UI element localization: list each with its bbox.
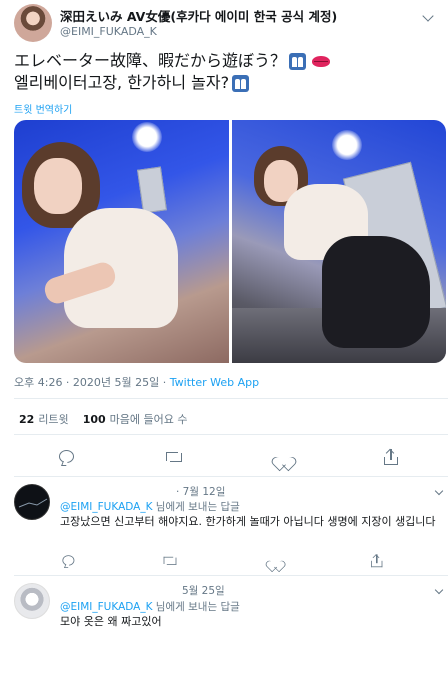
reply-avatar[interactable] — [14, 583, 50, 619]
retweets-count: 22 — [19, 413, 35, 426]
tweet-time[interactable]: 오후 4:26 · 2020년 5월 25일 · — [14, 376, 170, 389]
divider — [14, 398, 448, 399]
tweet-text-korean: 엘리베이터고장, 한가하니 놀자? — [14, 73, 230, 92]
replying-suffix: 님에게 보내는 답글 — [152, 601, 240, 613]
elevator-icon — [289, 52, 307, 70]
likes-count: 100 — [82, 413, 106, 426]
chevron-down-icon[interactable] — [434, 486, 444, 496]
chevron-down-icon[interactable] — [434, 585, 444, 595]
tweet-action-bar — [14, 446, 448, 468]
heart-icon — [269, 556, 280, 566]
share-icon — [371, 554, 383, 568]
heart-icon — [276, 451, 290, 464]
retweet-icon — [163, 555, 177, 565]
tweet-header: 深田えいみ AV女優(후카다 에이미 한국 공식 계정) @EIMI_FUKAD… — [14, 4, 434, 44]
reply-icon — [62, 555, 75, 566]
author-display-name[interactable]: 深田えいみ AV女優(후카다 에이미 한국 공식 계정) — [60, 6, 337, 25]
reply-button[interactable] — [56, 446, 78, 468]
reply-mention[interactable]: @EIMI_FUKADA_K — [60, 501, 152, 513]
figure-skirt — [321, 236, 430, 348]
ceiling-light — [331, 130, 362, 160]
lips-icon — [312, 55, 331, 67]
ceiling-light — [132, 122, 162, 152]
divider — [14, 575, 448, 576]
reply-text: 고장났으면 신고부터 해야지요. 한가하게 놀때가 아닙니다 생명에 지장이 생… — [60, 515, 436, 528]
retweet-button[interactable] — [164, 446, 186, 468]
chevron-down-icon[interactable] — [422, 10, 434, 22]
likes-stat[interactable]: 100 마음에 들어요 수 — [83, 411, 188, 427]
reply-icon — [59, 450, 74, 463]
tweet-source[interactable]: Twitter Web App — [170, 376, 259, 389]
share-icon — [384, 448, 398, 465]
elevator-icon — [232, 74, 250, 92]
divider — [14, 476, 448, 477]
share-button[interactable] — [380, 446, 402, 468]
reply-avatar[interactable] — [14, 484, 50, 520]
retweet-button[interactable] — [162, 552, 177, 565]
tweet-timestamp: 오후 4:26 · 2020년 5월 25일 · Twitter Web App — [14, 374, 259, 390]
replying-to: @EIMI_FUKADA_K 님에게 보내는 답글 — [60, 599, 240, 614]
reply-text: 모야 옷은 왜 짜고있어 — [60, 615, 162, 628]
reply-item[interactable]: · 7월 12일 @EIMI_FUKADA_K 님에게 보내는 답글 고장났으면… — [14, 484, 448, 572]
divider — [14, 434, 448, 435]
reply-date[interactable]: · 7월 12일 — [176, 484, 225, 499]
tweet-text: エレベーター故障、暇だから遊ぼう？ 엘리베이터고장, 한가하니 놀자? — [14, 50, 438, 94]
retweets-label: 리트윗 — [38, 413, 69, 426]
reply-action-bar — [60, 552, 400, 568]
tweet-text-line-2: 엘리베이터고장, 한가하니 놀자? — [14, 72, 438, 94]
reply-item[interactable]: 5월 25일 @EIMI_FUKADA_K 님에게 보내는 답글 모야 옷은 왜… — [14, 583, 448, 653]
author-handle[interactable]: @EIMI_FUKADA_K — [60, 25, 157, 38]
translate-tweet-link[interactable]: 트윗 번역하기 — [14, 101, 72, 116]
tweet-text-line-1: エレベーター故障、暇だから遊ぼう？ — [14, 50, 438, 72]
author-avatar[interactable] — [14, 4, 52, 42]
tweet-stats: 22 리트윗 100 마음에 들어요 수 — [19, 411, 188, 427]
share-button[interactable] — [368, 552, 383, 568]
retweets-stat[interactable]: 22 리트윗 — [19, 411, 69, 427]
tweet-media — [14, 120, 446, 363]
replying-suffix: 님에게 보내는 답글 — [152, 501, 240, 513]
reply-button[interactable] — [60, 552, 75, 566]
photo-left[interactable] — [14, 120, 229, 363]
likes-label: 마음에 들어요 수 — [109, 413, 188, 426]
like-button[interactable] — [272, 446, 294, 468]
elevator-panel — [137, 166, 167, 214]
replying-to: @EIMI_FUKADA_K 님에게 보내는 답글 — [60, 499, 240, 514]
reply-date[interactable]: 5월 25일 — [182, 583, 225, 598]
reply-mention[interactable]: @EIMI_FUKADA_K — [60, 601, 152, 613]
retweet-icon — [166, 450, 182, 463]
tweet-text-japanese: エレベーター故障、暇だから遊ぼう？ — [14, 51, 287, 70]
photo-right[interactable] — [231, 120, 446, 363]
figure-face — [34, 158, 82, 214]
like-button[interactable] — [266, 552, 280, 565]
